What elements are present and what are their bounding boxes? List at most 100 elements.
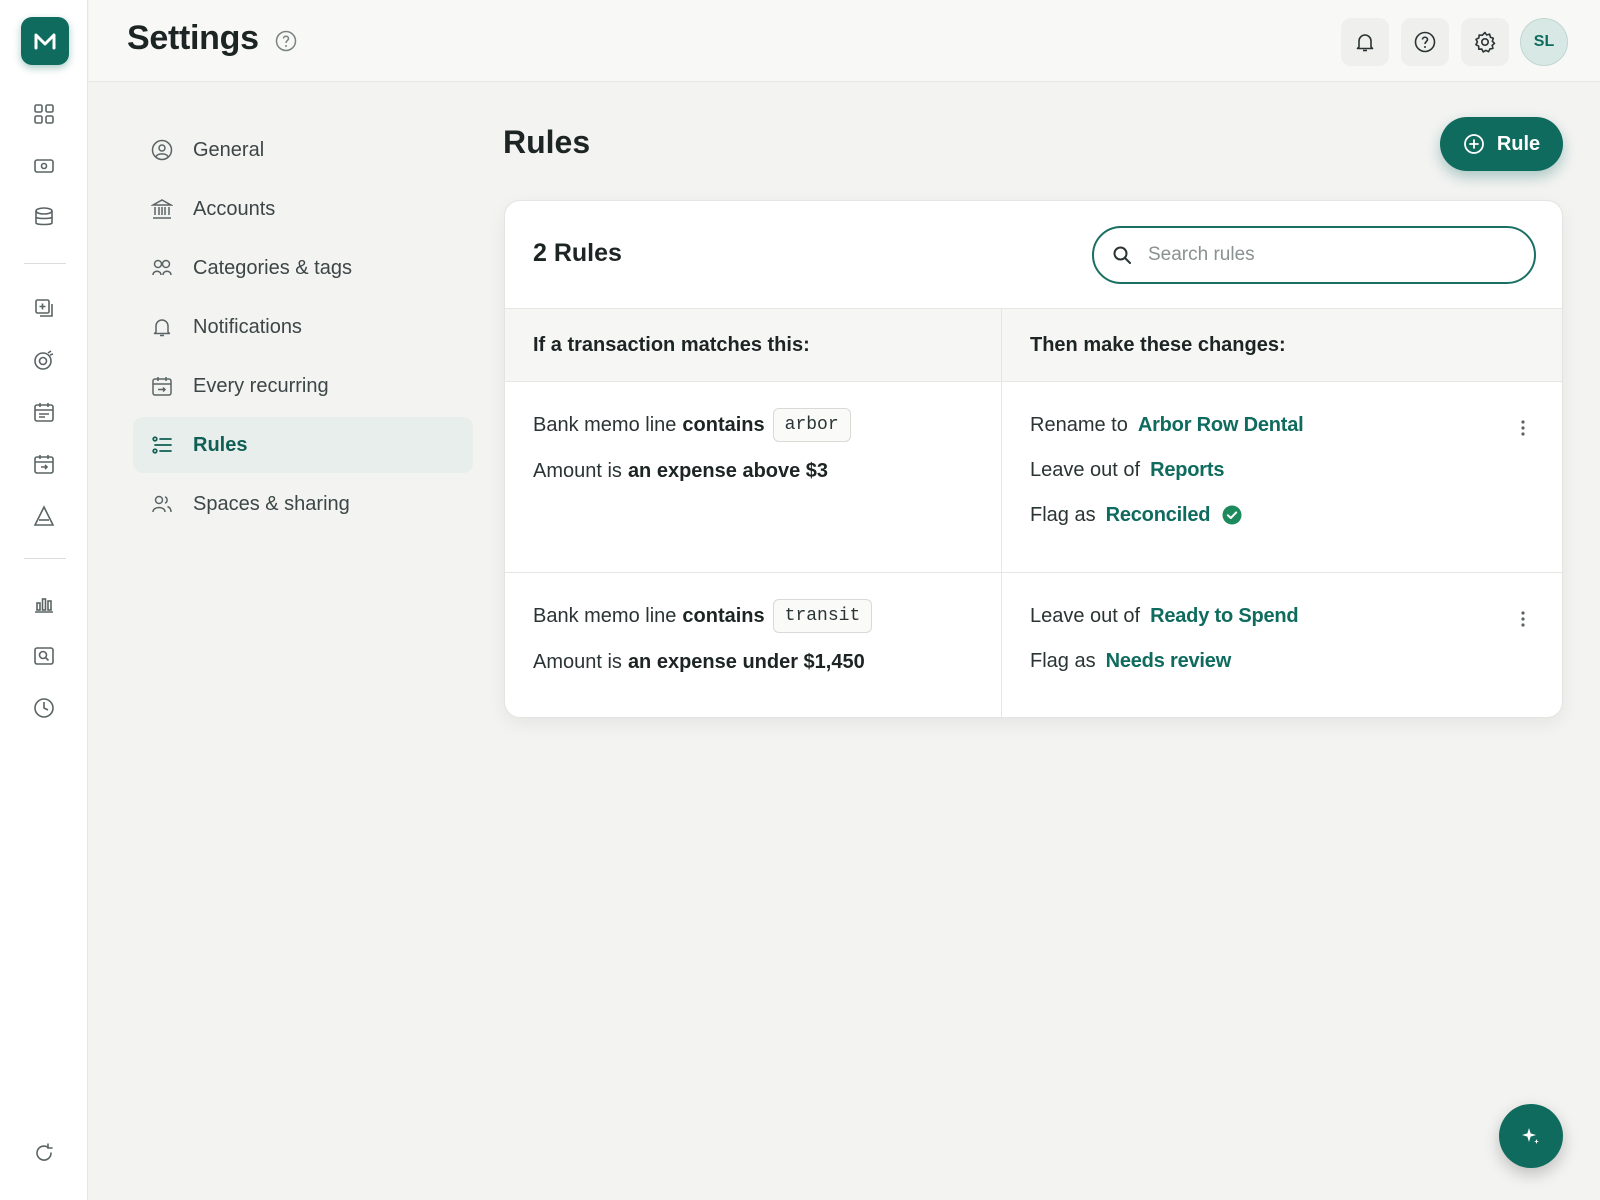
action-exclude: Leave out of Ready to Spend — [1030, 598, 1562, 634]
condition-field: Bank memo line — [533, 413, 677, 436]
amount-condition: Amount is an expense under $1,450 — [533, 644, 1001, 680]
rule-conditions: Bank memo line contains arbor Amount is … — [505, 382, 1002, 572]
table-header: If a transaction matches this: Then make… — [505, 309, 1562, 382]
settings-nav: General Accounts Categories & tags Notif… — [133, 122, 473, 535]
nav-item-label: Rules — [193, 433, 248, 456]
page-title: Settings — [127, 19, 259, 57]
calendar-icon[interactable] — [32, 400, 56, 424]
transactions-icon[interactable] — [32, 296, 56, 320]
reports-icon[interactable] — [32, 592, 56, 616]
rules-card: 2 Rules If a transaction matches this: T… — [504, 200, 1563, 718]
rule-row[interactable]: Bank memo line contains transit Amount i… — [505, 573, 1562, 717]
database-icon[interactable] — [32, 205, 56, 229]
nav-item-notifications[interactable]: Notifications — [133, 299, 473, 355]
nav-item-label: Every recurring — [193, 374, 329, 397]
rule-actions: Leave out of Ready to Spend Flag as Need… — [1002, 573, 1562, 717]
condition-value-chip: arbor — [772, 408, 851, 442]
conditions-column-header: If a transaction matches this: — [505, 309, 1002, 381]
recurring-icon[interactable] — [32, 452, 56, 476]
rail-divider — [24, 558, 66, 559]
add-rule-label: Rule — [1496, 132, 1541, 155]
rule-row[interactable]: Bank memo line contains arbor Amount is … — [505, 382, 1562, 573]
accounts-icon[interactable] — [32, 154, 56, 178]
user-circle-icon — [151, 139, 173, 161]
nav-item-label: Categories & tags — [193, 256, 352, 279]
nav-item-accounts[interactable]: Accounts — [133, 181, 473, 237]
nav-item-label: Notifications — [193, 315, 302, 338]
help-icon — [1414, 31, 1436, 53]
rules-count: 2 Rules — [533, 239, 622, 267]
refresh-icon[interactable] — [32, 1141, 56, 1165]
nav-item-label: Accounts — [193, 197, 276, 220]
plus-circle-icon — [1463, 134, 1484, 154]
action-label: Flag as — [1030, 503, 1096, 526]
top-bar: Settings SL — [89, 0, 1600, 82]
rules-icon — [151, 434, 173, 456]
action-label: Leave out of — [1030, 458, 1141, 481]
settings-button[interactable] — [1461, 18, 1509, 66]
action-value: Ready to Spend — [1150, 604, 1299, 627]
condition-field: Amount is — [533, 459, 622, 482]
condition-field: Amount is — [533, 650, 622, 673]
memo-condition: Bank memo line contains arbor — [533, 407, 1001, 443]
investments-icon[interactable] — [32, 504, 56, 528]
bank-icon — [151, 198, 173, 220]
search-reports-icon[interactable] — [32, 644, 56, 668]
assistant-button[interactable] — [1499, 1104, 1563, 1168]
search-icon — [1113, 246, 1131, 264]
avatar[interactable]: SL — [1520, 18, 1568, 66]
users-icon — [151, 493, 173, 515]
nav-item-general[interactable]: General — [133, 122, 473, 178]
nav-item-spaces[interactable]: Spaces & sharing — [133, 476, 473, 532]
history-icon[interactable] — [32, 696, 56, 720]
action-value: Reconciled — [1105, 503, 1211, 526]
more-options-icon[interactable] — [1514, 607, 1532, 631]
notifications-button[interactable] — [1341, 18, 1389, 66]
action-value: Reports — [1150, 458, 1225, 481]
condition-value-chip: transit — [772, 599, 873, 633]
app-rail — [0, 0, 88, 1200]
rules-card-header: 2 Rules — [505, 201, 1562, 309]
action-label: Rename to — [1030, 413, 1128, 436]
calendar-recurring-icon — [151, 375, 173, 397]
nav-item-rules[interactable]: Rules — [133, 417, 473, 473]
help-button[interactable] — [1401, 18, 1449, 66]
action-value: Needs review — [1105, 649, 1232, 672]
nav-item-recurring[interactable]: Every recurring — [133, 358, 473, 414]
action-rename: Rename to Arbor Row Dental — [1030, 407, 1562, 443]
sparkle-icon — [1522, 1128, 1539, 1144]
memo-condition: Bank memo line contains transit — [533, 598, 1001, 634]
actions-column-header: Then make these changes: — [1030, 333, 1286, 356]
action-flag: Flag as Reconciled — [1030, 497, 1562, 533]
search-box — [1092, 226, 1536, 284]
action-exclude: Leave out of Reports — [1030, 452, 1562, 488]
rule-actions: Rename to Arbor Row Dental Leave out of … — [1002, 382, 1562, 572]
help-icon[interactable] — [275, 30, 297, 52]
app-logo[interactable] — [21, 17, 69, 65]
search-input[interactable] — [1148, 244, 1508, 266]
rail-divider — [24, 263, 66, 264]
more-options-icon[interactable] — [1514, 416, 1532, 440]
check-circle-icon — [1222, 505, 1242, 525]
condition-operator: contains — [682, 413, 765, 436]
dashboard-icon[interactable] — [32, 102, 56, 126]
categories-icon — [151, 257, 173, 279]
gear-icon — [1475, 31, 1496, 53]
goals-icon[interactable] — [32, 348, 56, 372]
nav-item-label: Spaces & sharing — [193, 492, 350, 515]
amount-condition: Amount is an expense above $3 — [533, 453, 1001, 489]
action-label: Leave out of — [1030, 604, 1141, 627]
condition-value: an expense under $1,450 — [627, 650, 865, 673]
section-title: Rules — [503, 124, 591, 160]
condition-operator: contains — [682, 604, 765, 627]
action-value: Arbor Row Dental — [1137, 413, 1304, 436]
bell-icon — [151, 316, 173, 338]
logo-mark-icon — [34, 33, 56, 50]
action-label: Flag as — [1030, 649, 1096, 672]
nav-item-label: General — [193, 138, 265, 161]
nav-item-categories[interactable]: Categories & tags — [133, 240, 473, 296]
rule-conditions: Bank memo line contains transit Amount i… — [505, 573, 1002, 717]
bell-icon — [1356, 34, 1374, 52]
add-rule-button[interactable]: Rule — [1440, 117, 1563, 171]
condition-field: Bank memo line — [533, 604, 677, 627]
